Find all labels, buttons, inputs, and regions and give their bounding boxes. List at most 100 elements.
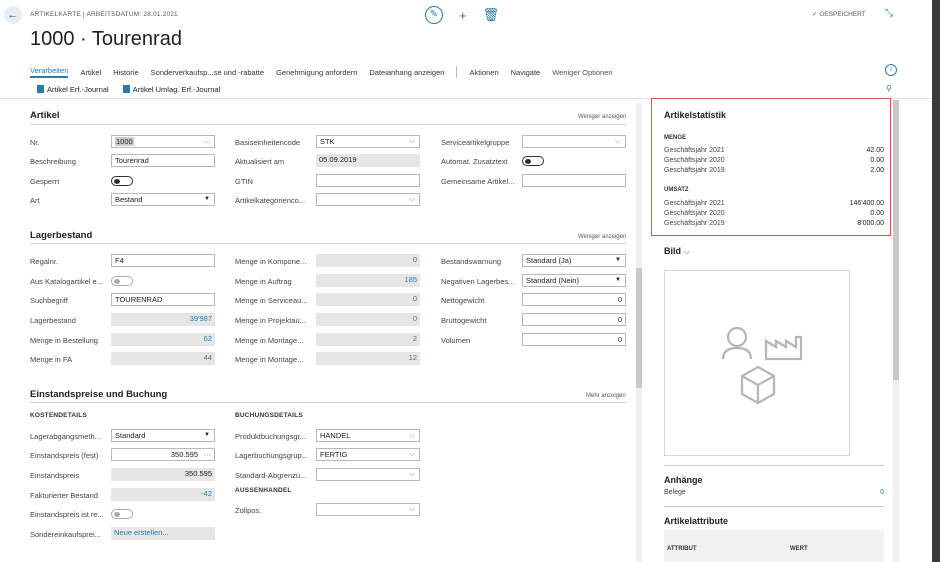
basiseinheit-select[interactable]: STK ⌵ [316,135,420,148]
label-menge-montage-1: Menge in Montage... [235,336,304,345]
volumen-field[interactable]: 0 [522,333,626,346]
menge-auftrag-value[interactable]: 185 [316,274,420,287]
einstand-more-link[interactable]: Mehr anzeigen [586,393,626,399]
stat-row: Geschäftsjahr 2019 2.00 [664,167,884,174]
action-navigate[interactable]: Navigate [511,68,541,77]
chevron-down-icon: ⌵ [408,469,415,478]
action-historie[interactable]: Historie [113,68,138,77]
bild-placeholder[interactable] [664,270,850,456]
action-bar: Verarbeiten Artikel Historie Sonderverka… [30,65,625,79]
saved-status: ✓ GESPEICHERT [812,11,866,18]
katalogartikel-toggle[interactable] [111,276,133,286]
label-nr: Nr. [30,138,40,147]
menge-serviceauftrag-value[interactable]: 0 [316,293,420,306]
zusatztext-toggle[interactable] [522,156,544,166]
new-button[interactable]: + [459,8,467,23]
produktbuchungsgruppe-select[interactable]: HANDEL ⌵ [316,429,420,442]
menge-title: MENGE [664,135,687,141]
action-artikel-umlag-journal[interactable]: Artikel Umlag. Erf.-Journal [122,85,220,94]
more-icon[interactable]: ··· [204,449,212,460]
bruttogewicht-field[interactable]: 0 [522,313,626,326]
artikel-less-link[interactable]: Weniger anzeigen [578,114,626,120]
einstandspreis-fest-field[interactable]: 350.595 ··· [111,448,215,461]
nr-field[interactable]: 1000 ··· [111,135,215,148]
zollpos-select[interactable]: ⌵ [316,503,420,516]
label-suchbegriff: Suchbegriff [30,296,68,305]
label-menge-projektauftrag: Menge in Projektau... [235,316,306,325]
art-select[interactable]: Bestand ▼ [111,193,215,206]
section-divider [30,124,627,125]
basiseinheit-value: STK [320,137,335,146]
delete-button[interactable]: 🗑 [483,7,500,23]
label-kategorie: Artikelkategorienco... [235,196,306,205]
section-divider [30,402,627,403]
action-dateianhang[interactable]: Dateianhang anzeigen [369,68,444,77]
fakturierter-bestand-value[interactable]: -42 [111,488,215,501]
action-sonderverkaufspreise[interactable]: Sonderverkaufsp...se und -rabatte [151,68,264,77]
label-menge-auftrag: Menge in Auftrag [235,277,292,286]
lager-less-link[interactable]: Weniger anzeigen [578,234,626,240]
bild-toggle[interactable]: Bild ⌵ [664,246,690,257]
factbox-divider [664,506,884,507]
label-aktualisiert: Aktualisiert am [235,157,285,166]
section-title-artikel: Artikel [30,110,60,121]
kategorie-select[interactable]: ⌵ [316,193,420,206]
artikelstatistik-box: Artikelstatistik MENGE Geschäftsjahr 202… [651,98,891,236]
more-icon[interactable]: ··· [204,136,212,147]
chevron-down-icon: ⌵ [408,504,415,513]
label-menge-komponenten: Menge in Kompone... [235,257,307,266]
menge-montage-1-value[interactable]: 2 [316,333,420,346]
lagerabgangsmethode-select[interactable]: Standard ▼ [111,429,215,442]
neue-erstellen-link[interactable]: Neue erstellen... [111,527,215,540]
gtin-field[interactable] [316,174,420,187]
label-volumen: Volumen [441,336,471,345]
nettogewicht-field[interactable]: 0 [522,293,626,306]
menge-komponenten-value[interactable]: 0 [316,254,420,267]
belege-row: Belege 0 [664,489,884,496]
scrollbar-thumb[interactable] [636,268,642,388]
suchbegriff-field[interactable]: TOURENRAD [111,293,215,306]
factbox-pane: Artikelstatistik MENGE Geschäftsjahr 202… [651,98,891,562]
action-aktionen[interactable]: Aktionen [469,68,498,77]
collapse-button[interactable]: ⤡ [885,8,893,19]
main-scrollbar[interactable] [636,103,642,562]
action-artikel[interactable]: Artikel [80,68,101,77]
negativer-lagerbestand-select[interactable]: Standard (Nein) ▼ [522,274,626,287]
lagerbuchungsgruppe-select[interactable]: FERTIG ⌵ [316,448,420,461]
label-regalnr: Regalnr. [30,257,58,266]
gesperrt-toggle[interactable] [111,176,133,186]
menge-bestellung-value[interactable]: 62 [111,333,215,346]
edit-button[interactable]: ✎ [425,6,443,24]
action-weniger-optionen[interactable]: Weniger Optionen [552,68,612,77]
info-icon[interactable]: i [885,64,897,76]
menge-fa-value[interactable]: 44 [111,352,215,365]
menge-montage-2-value[interactable]: 12 [316,352,420,365]
label-einstandspreis-reguliert: Einstandspreis ist re... [30,510,104,519]
lagerbestand-value[interactable]: 39'987 [111,313,215,326]
label-basiseinheit: Basiseinheitencode [235,138,301,147]
chevron-down-icon: ⌵ [408,136,415,145]
action-artikel-erf-journal[interactable]: Artikel Erf.-Journal [37,85,109,94]
einstandspreis-reguliert-toggle[interactable] [111,509,133,519]
belege-count-link[interactable]: 0 [880,489,884,496]
standard-abgrenzung-select[interactable]: ⌵ [316,468,420,481]
gemeinsame-artikel-field[interactable] [522,174,626,187]
action-genehmigung[interactable]: Genehmigung anfordern [276,68,357,77]
menge-projektauftrag-value[interactable]: 0 [316,313,420,326]
regalnr-field[interactable]: F4 [111,254,215,267]
back-button[interactable]: ← [4,6,22,24]
serviceartikelgruppe-select[interactable]: ⌵ [522,135,626,148]
stat-value: 0.00 [870,157,884,164]
factbox-scrollbar[interactable] [893,100,899,562]
personalize-icon[interactable]: ⚲ [886,84,892,93]
scrollbar-thumb[interactable] [893,100,899,380]
action-verarbeiten[interactable]: Verarbeiten [30,66,69,78]
bestandswarnung-select[interactable]: Standard (Ja) ▼ [522,254,626,267]
stat-label: Geschäftsjahr 2020 [664,157,725,164]
label-menge-montage-2: Menge in Montage... [235,355,304,364]
artikelstatistik-title: Artikelstatistik [664,110,727,120]
label-menge-bestellung: Menge in Bestellung [30,336,98,345]
label-zusatztext: Automat. Zusatztext [441,157,508,166]
stat-value: 0.00 [870,210,884,217]
beschreibung-field[interactable]: Tourenrad [111,154,215,167]
